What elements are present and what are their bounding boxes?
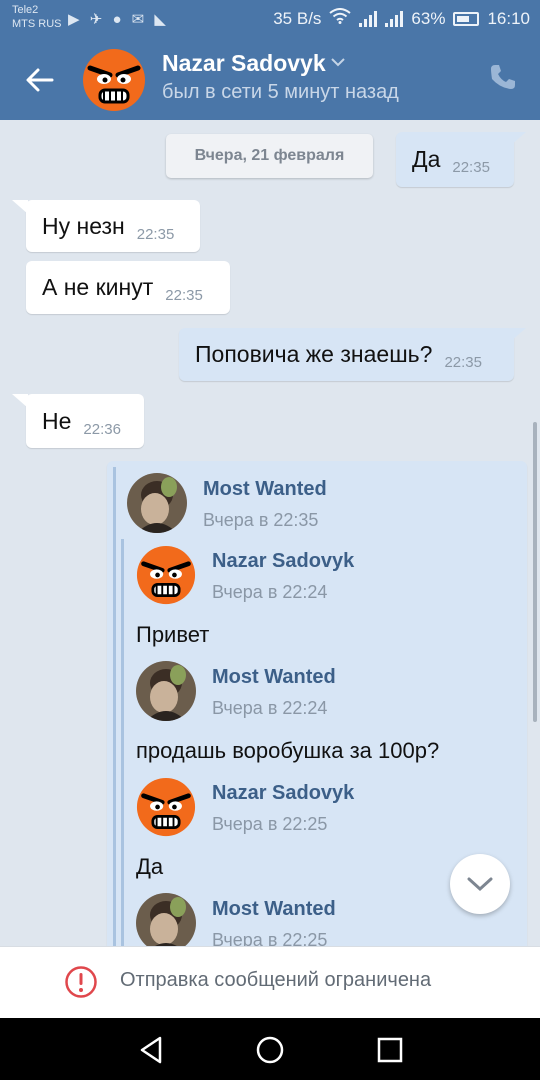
message-bubble-outgoing[interactable]: Да 22:35 (396, 132, 514, 187)
bubble-tail (12, 394, 28, 408)
clock: 16:10 (487, 8, 530, 28)
message-text: Поповича же знаешь? (195, 341, 433, 367)
chevron-down-icon[interactable] (330, 54, 346, 71)
nested-date: Вчера в 22:25 (212, 930, 328, 946)
forward-author-avatar[interactable] (127, 473, 187, 533)
network-speed: 35 B/s (273, 8, 322, 28)
message-time: 22:36 (83, 420, 121, 438)
signal-icon-2 (385, 10, 404, 27)
nested-author-name[interactable]: Most Wanted (212, 898, 336, 921)
nested-author-name[interactable]: Nazar Sadovyk (212, 550, 354, 573)
message-bubble-incoming[interactable]: А не кинут 22:35 (26, 261, 230, 314)
scroll-down-button[interactable] (450, 854, 510, 914)
bubble-tail (510, 328, 526, 342)
signal-icon-1 (359, 10, 378, 27)
contact-name[interactable]: Nazar Sadovyk (162, 50, 326, 77)
message-text: А не кинут (42, 274, 154, 300)
wifi-icon (329, 8, 352, 29)
message-list[interactable]: Вчера, 21 февраля Да 22:35 Ну незн 22:35… (0, 120, 540, 946)
scrollbar[interactable] (533, 422, 537, 722)
message-time: 22:35 (444, 354, 482, 371)
message-time: 22:35 (165, 287, 203, 304)
bubble-tail (12, 200, 28, 214)
home-circle-icon[interactable] (252, 1032, 288, 1068)
phone-icon[interactable] (488, 62, 518, 92)
message-bubble-outgoing[interactable]: Поповича же знаешь? 22:35 (179, 328, 514, 381)
carrier-info: Tele2 MTS RUS (12, 3, 62, 31)
message-time: 22:35 (452, 159, 490, 176)
nested-author-avatar[interactable] (136, 893, 196, 946)
date-separator: Вчера, 21 февраля (166, 134, 373, 178)
nested-quote-bar (121, 539, 124, 946)
message-bubble-incoming[interactable]: Ну незн 22:35 (26, 200, 200, 252)
system-navigation-bar (0, 1018, 540, 1080)
nested-author-name[interactable]: Nazar Sadovyk (212, 782, 354, 805)
contact-avatar[interactable] (82, 48, 146, 112)
message-text: Ну незн (42, 212, 125, 239)
message-text: Да (412, 146, 441, 172)
messaging-restricted-banner: Отправка сообщений ограничена (0, 946, 540, 1018)
forward-date: Вчера в 22:35 (203, 510, 319, 530)
carrier-1: Tele2 (12, 4, 39, 16)
nested-date: Вчера в 22:25 (212, 814, 328, 834)
bubble-tail (510, 132, 526, 146)
nested-author-avatar[interactable] (136, 777, 196, 837)
forward-quote-bar (113, 467, 116, 946)
chat-header: Nazar Sadovyk был в сети 5 минут назад (0, 38, 540, 120)
nested-author-avatar[interactable] (136, 661, 196, 721)
back-triangle-icon[interactable] (134, 1032, 170, 1068)
nested-message-text: Да (136, 854, 164, 879)
back-arrow-icon[interactable] (24, 60, 64, 96)
forward-author-name[interactable]: Most Wanted (203, 478, 327, 501)
battery-icon (453, 11, 480, 26)
carrier-2: MTS RUS (12, 18, 62, 30)
nested-message-text: Привет (136, 622, 210, 647)
nested-author-name[interactable]: Most Wanted (212, 666, 336, 689)
message-bubble-incoming[interactable]: Не 22:36 (26, 394, 144, 448)
contact-status: был в сети 5 минут назад (162, 81, 399, 103)
nested-author-avatar[interactable] (136, 545, 196, 605)
message-text: Не (42, 407, 72, 434)
notification-icons: ▶ ✈ ● ✉ ◣ (68, 11, 169, 28)
restriction-text: Отправка сообщений ограничена (120, 969, 432, 991)
status-right: 35 B/s 63% 16:10 (273, 8, 530, 29)
nested-date: Вчера в 22:24 (212, 582, 328, 602)
recents-square-icon[interactable] (372, 1032, 408, 1068)
battery-percent: 63% (411, 8, 446, 28)
nested-message-text: продашь воробушка за 100р? (136, 738, 440, 763)
chevron-down-icon (467, 877, 493, 892)
nested-date: Вчера в 22:24 (212, 698, 328, 718)
message-time: 22:35 (136, 225, 175, 243)
exclamation-circle-icon (65, 966, 97, 998)
status-bar: Tele2 MTS RUS ▶ ✈ ● ✉ ◣ 35 B/s 63% 16:10 (0, 0, 540, 38)
